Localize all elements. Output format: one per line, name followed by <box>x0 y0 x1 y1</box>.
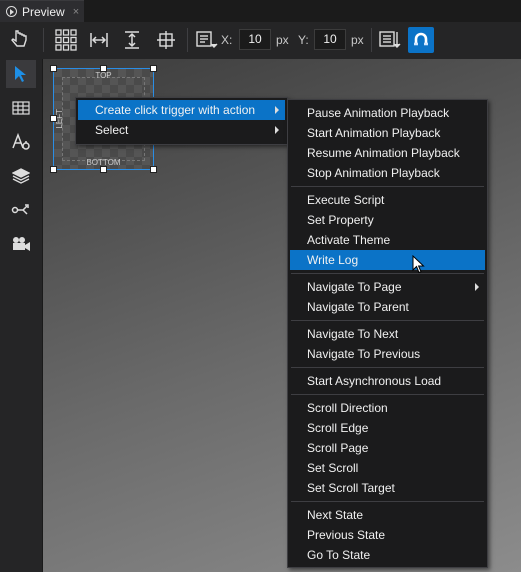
mouse-cursor-icon <box>412 255 425 274</box>
submenu-arrow-icon <box>275 126 279 134</box>
y-unit: px <box>351 33 364 47</box>
x-input[interactable] <box>239 29 271 50</box>
submenu-item-write-log[interactable]: Write Log <box>290 250 485 270</box>
submenu-item-activate-theme[interactable]: Activate Theme <box>290 230 485 250</box>
menu-separator <box>291 320 484 321</box>
x-unit: px <box>276 33 289 47</box>
submenu-item-label: Go To State <box>307 548 371 562</box>
toolbar-separator <box>187 28 188 52</box>
submenu-item-label: Write Log <box>307 253 359 267</box>
submenu-item-set-scroll-target[interactable]: Set Scroll Target <box>290 478 485 498</box>
submenu-item-label: Resume Animation Playback <box>307 146 460 160</box>
close-icon[interactable]: × <box>73 6 79 18</box>
submenu-item-label: Activate Theme <box>307 233 391 247</box>
hand-pointer-icon[interactable] <box>6 26 32 52</box>
align-icon[interactable] <box>194 27 220 53</box>
menu-item-label: Create click trigger with action <box>95 103 256 117</box>
submenu-item-label: Set Scroll Target <box>307 481 395 495</box>
submenu-item-set-property[interactable]: Set Property <box>290 210 485 230</box>
table-icon[interactable] <box>6 94 36 122</box>
submenu-item-execute-script[interactable]: Execute Script <box>290 190 485 210</box>
action-submenu: Pause Animation Playback Start Animation … <box>287 99 488 568</box>
submenu-item-label: Set Property <box>307 213 374 227</box>
submenu-item-set-scroll[interactable]: Set Scroll <box>290 458 485 478</box>
submenu-item-next-state[interactable]: Next State <box>290 505 485 525</box>
submenu-item-label: Scroll Page <box>307 441 369 455</box>
menu-separator <box>291 273 484 274</box>
submenu-item-label: Navigate To Next <box>307 327 399 341</box>
submenu-item-stop-animation-playback[interactable]: Stop Animation Playback <box>290 163 485 183</box>
menu-separator <box>291 501 484 502</box>
tab-preview[interactable]: Preview × <box>0 0 84 22</box>
resize-handle-top-left[interactable] <box>50 65 57 72</box>
resize-handle-bottom-left[interactable] <box>50 166 57 173</box>
fit-all-icon[interactable] <box>153 27 179 53</box>
submenu-item-navigate-to-previous[interactable]: Navigate To Previous <box>290 344 485 364</box>
submenu-item-navigate-to-page[interactable]: Navigate To Page <box>290 277 485 297</box>
text-style-icon[interactable] <box>6 128 36 156</box>
submenu-item-resume-animation-playback[interactable]: Resume Animation Playback <box>290 143 485 163</box>
submenu-item-label: Scroll Direction <box>307 401 388 415</box>
resize-handle-left[interactable] <box>50 115 57 122</box>
preview-icon <box>6 6 17 17</box>
submenu-item-label: Scroll Edge <box>307 421 369 435</box>
submenu-item-label: Stop Animation Playback <box>307 166 440 180</box>
camera-icon[interactable] <box>6 230 36 258</box>
tab-title: Preview <box>22 4 65 19</box>
resize-handle-top-right[interactable] <box>150 65 157 72</box>
menu-separator <box>291 186 484 187</box>
submenu-item-label: Navigate To Previous <box>307 347 421 361</box>
fit-height-icon[interactable] <box>119 27 145 53</box>
submenu-item-label: Pause Animation Playback <box>307 106 450 120</box>
layers-icon[interactable] <box>6 162 36 190</box>
submenu-item-label: Navigate To Parent <box>307 300 409 314</box>
submenu-item-scroll-page[interactable]: Scroll Page <box>290 438 485 458</box>
menu-item-select[interactable]: Select <box>78 120 285 140</box>
context-menu: Create click trigger with action Select <box>75 97 288 145</box>
submenu-item-label: Execute Script <box>307 193 385 207</box>
resize-handle-bottom[interactable] <box>100 166 107 173</box>
submenu-item-go-to-state[interactable]: Go To State <box>290 545 485 565</box>
submenu-item-label: Set Scroll <box>307 461 359 475</box>
resize-handle-bottom-right[interactable] <box>150 166 157 173</box>
submenu-item-scroll-direction[interactable]: Scroll Direction <box>290 398 485 418</box>
menu-item-create-click-trigger[interactable]: Create click trigger with action <box>78 100 285 120</box>
y-input[interactable] <box>314 29 346 50</box>
grid-icon[interactable] <box>53 27 79 53</box>
submenu-item-navigate-to-next[interactable]: Navigate To Next <box>290 324 485 344</box>
submenu-item-pause-animation-playback[interactable]: Pause Animation Playback <box>290 103 485 123</box>
submenu-item-label: Previous State <box>307 528 386 542</box>
x-label: X: <box>221 33 233 47</box>
submenu-item-label: Start Asynchronous Load <box>307 374 442 388</box>
tab-bar: Preview × <box>0 0 521 22</box>
menu-separator <box>291 394 484 395</box>
resize-handle-top[interactable] <box>100 65 107 72</box>
submenu-arrow-icon <box>275 106 279 114</box>
submenu-item-label: Navigate To Page <box>307 280 402 294</box>
submenu-item-label: Start Animation Playback <box>307 126 441 140</box>
select-tool-arrow-icon[interactable] <box>6 60 36 88</box>
fit-width-icon[interactable] <box>86 27 112 53</box>
submenu-item-previous-state[interactable]: Previous State <box>290 525 485 545</box>
layout-icon[interactable] <box>377 27 403 53</box>
submenu-item-start-animation-playback[interactable]: Start Animation Playback <box>290 123 485 143</box>
y-label: Y: <box>298 33 309 47</box>
submenu-arrow-icon <box>475 283 479 291</box>
submenu-item-scroll-edge[interactable]: Scroll Edge <box>290 418 485 438</box>
submenu-item-label: Next State <box>307 508 364 522</box>
submenu-item-navigate-to-parent[interactable]: Navigate To Parent <box>290 297 485 317</box>
submenu-item-start-asynchronous-load[interactable]: Start Asynchronous Load <box>290 371 485 391</box>
menu-separator <box>291 367 484 368</box>
toolbar-separator <box>371 28 372 52</box>
magnet-snap-icon[interactable] <box>408 27 434 53</box>
node-top-label: TOP <box>95 71 112 80</box>
toolbar-separator <box>43 28 44 52</box>
menu-item-label: Select <box>95 123 129 137</box>
connect-icon[interactable] <box>6 196 36 224</box>
